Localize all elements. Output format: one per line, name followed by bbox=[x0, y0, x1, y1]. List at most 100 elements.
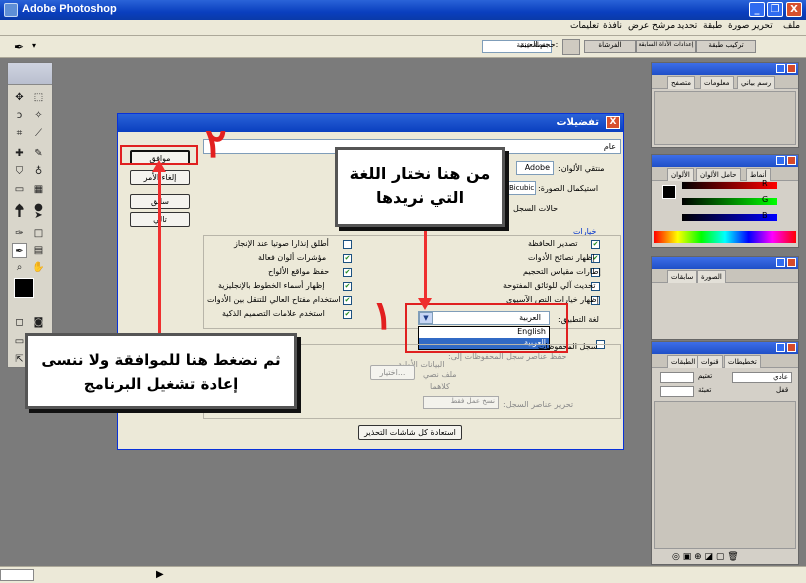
menu-file[interactable]: ملف bbox=[783, 21, 800, 31]
lock-label: قفل bbox=[776, 386, 789, 394]
opacity-label: تعتيم bbox=[698, 372, 713, 380]
color-picker-label: منتقي الألوان: bbox=[558, 164, 605, 173]
color-picker-select[interactable]: Adobe bbox=[516, 161, 554, 175]
panel-titlebar bbox=[652, 257, 798, 269]
tool-preset-chevron-icon[interactable]: ▾ bbox=[32, 41, 36, 50]
clone-stamp-icon[interactable]: ⛉ bbox=[12, 164, 27, 179]
foreground-color-swatch[interactable] bbox=[14, 278, 34, 298]
auto-update-label: تحديث آلي للوثائق المفتوحة bbox=[503, 281, 596, 290]
layer-buttons-icon[interactable]: ◎ ▣ ⊕ ◪ ▢ 🗑 bbox=[672, 552, 739, 562]
menu-help[interactable]: تعليمات bbox=[570, 21, 599, 31]
panel-fg-swatch[interactable] bbox=[662, 185, 676, 199]
checkbox-english-fonts[interactable]: ✔ bbox=[343, 282, 352, 291]
restore-button[interactable]: ❐ bbox=[767, 2, 783, 17]
quickmask-mode-icon[interactable]: ◙ bbox=[31, 315, 46, 330]
panel-minimize-icon[interactable] bbox=[776, 343, 785, 352]
tab-brushes[interactable]: الفرشاة bbox=[584, 40, 636, 53]
hand-tool-icon[interactable]: ✋ bbox=[31, 260, 46, 275]
menu-edit[interactable]: تحرير bbox=[752, 21, 773, 31]
history-brush-icon[interactable]: ♁ bbox=[31, 164, 46, 179]
panel-close-icon[interactable] bbox=[787, 64, 796, 73]
menu-filter[interactable]: مرشح bbox=[652, 21, 675, 31]
choose-button[interactable]: اختيار... bbox=[370, 365, 415, 380]
tab-histogram[interactable]: رسم بياني bbox=[737, 76, 776, 89]
move-tool-icon[interactable]: ✥ bbox=[12, 90, 27, 105]
close-window-button[interactable]: X bbox=[786, 2, 802, 17]
tab-history[interactable]: سابقات bbox=[667, 270, 698, 283]
app-titlebar: Adobe Photoshop _ ❐ X bbox=[0, 0, 806, 20]
eyedropper-tool-icon[interactable]: ✒ bbox=[12, 243, 27, 258]
eraser-tool-icon[interactable]: ▭ bbox=[12, 182, 27, 197]
tab-actions[interactable]: الصورة bbox=[697, 270, 726, 283]
reset-warnings-button[interactable]: استعادة كل شاشات التحذير bbox=[358, 425, 462, 440]
color-ramp[interactable] bbox=[654, 231, 796, 243]
checkbox-shift-key[interactable]: ✔ bbox=[343, 296, 352, 305]
tab-color[interactable]: الألوان bbox=[667, 168, 694, 181]
menu-window[interactable]: نافذة bbox=[603, 21, 622, 31]
dialog-titlebar: تفضيلات X bbox=[118, 114, 623, 132]
checkbox-export-clipboard[interactable]: ✔ bbox=[591, 240, 600, 249]
tab-paths[interactable]: تخطيطات bbox=[724, 355, 761, 368]
panel-titlebar bbox=[652, 155, 798, 167]
tab-layer-comps[interactable]: تركيب طبقة bbox=[696, 40, 756, 53]
brush-tool-icon[interactable]: ✎ bbox=[31, 146, 46, 161]
dialog-title: تفضيلات bbox=[556, 117, 599, 128]
fill-input[interactable] bbox=[660, 386, 694, 397]
panel-close-icon[interactable] bbox=[787, 343, 796, 352]
pen-tool-icon[interactable]: ✑ bbox=[12, 226, 27, 241]
zoom-tool-icon[interactable]: ⌕ bbox=[12, 260, 27, 275]
type-tool-icon[interactable]: T bbox=[12, 206, 27, 221]
toolbox-header bbox=[8, 63, 52, 85]
tab-swatches[interactable]: حامل الألوان bbox=[696, 168, 741, 181]
panel-minimize-icon[interactable] bbox=[776, 156, 785, 165]
palette-well-icon[interactable] bbox=[562, 39, 580, 55]
tab-navigator[interactable]: متصفح bbox=[667, 76, 695, 89]
zoom-field[interactable] bbox=[0, 569, 34, 581]
minimize-button[interactable]: _ bbox=[749, 2, 765, 17]
menu-bar: ملف تحرير صورة طبقة تحديد مرشح عرض نافذة… bbox=[0, 20, 806, 36]
path-selection-icon[interactable]: ➤ bbox=[31, 208, 46, 223]
tab-tool-presets[interactable]: إعدادات الأداة السابقة bbox=[636, 40, 696, 53]
panel-close-icon[interactable] bbox=[787, 156, 796, 165]
notes-tool-icon[interactable]: ▤ bbox=[31, 243, 46, 258]
opacity-input[interactable] bbox=[660, 372, 694, 383]
interpolation-select[interactable]: Bicubic bbox=[508, 181, 536, 195]
standard-mode-icon[interactable]: ◻ bbox=[12, 315, 27, 330]
green-label: G bbox=[762, 195, 769, 204]
dialog-close-button[interactable]: X bbox=[606, 116, 620, 129]
panel-minimize-icon[interactable] bbox=[776, 64, 785, 73]
smart-guides-label: استخدم علامات التصميم الذكية bbox=[222, 309, 325, 318]
blend-mode-select[interactable]: عادي bbox=[732, 372, 792, 383]
panel-minimize-icon[interactable] bbox=[776, 258, 785, 267]
lasso-tool-icon[interactable]: ↄ bbox=[12, 108, 27, 123]
menu-view[interactable]: عرض bbox=[628, 21, 649, 31]
edit-log-label: تحرير عناصر السجل: bbox=[503, 400, 574, 409]
panel-close-icon[interactable] bbox=[787, 258, 796, 267]
magic-wand-icon[interactable]: ✧ bbox=[31, 108, 46, 123]
tab-channels[interactable]: قنوات bbox=[697, 355, 723, 368]
menu-image[interactable]: صورة bbox=[728, 21, 749, 31]
checkbox-save-palettes[interactable]: ✔ bbox=[343, 268, 352, 277]
crop-tool-icon[interactable]: ⌗ bbox=[12, 126, 27, 141]
marquee-tool-icon[interactable]: ⬚ bbox=[31, 90, 46, 105]
interpolation-label: استيكمال الصورة: bbox=[538, 184, 599, 193]
checkbox-dynamic-sliders[interactable]: ✔ bbox=[343, 254, 352, 263]
arrow-line-1 bbox=[424, 225, 427, 301]
checkbox-smart-guides[interactable]: ✔ bbox=[343, 310, 352, 319]
healing-brush-icon[interactable]: ✚ bbox=[12, 146, 27, 161]
slice-tool-icon[interactable]: ⟋ bbox=[31, 126, 46, 141]
eyedropper-icon[interactable]: ✒ bbox=[14, 40, 24, 54]
text-file-option[interactable]: ملف نصي bbox=[423, 370, 457, 379]
menu-select[interactable]: تحديد bbox=[677, 21, 697, 31]
tooltips-label: إظهار نصائح الأدوات bbox=[528, 253, 595, 262]
shape-tool-icon[interactable]: □ bbox=[31, 226, 46, 241]
both-option[interactable]: كلاهما bbox=[430, 382, 450, 391]
tab-layers[interactable]: الطبقات bbox=[667, 355, 700, 368]
status-arrow-icon[interactable]: ▶ bbox=[156, 569, 164, 580]
save-items-label: حفظ عناصر سجل المحفوظات إلى: bbox=[448, 352, 567, 361]
menu-layer[interactable]: طبقة bbox=[703, 21, 722, 31]
gradient-tool-icon[interactable]: ▦ bbox=[31, 182, 46, 197]
edit-log-select[interactable]: نسخ عمل فقط bbox=[423, 396, 499, 409]
tab-info[interactable]: معلومات bbox=[700, 76, 734, 89]
checkbox-beep[interactable] bbox=[343, 240, 352, 249]
